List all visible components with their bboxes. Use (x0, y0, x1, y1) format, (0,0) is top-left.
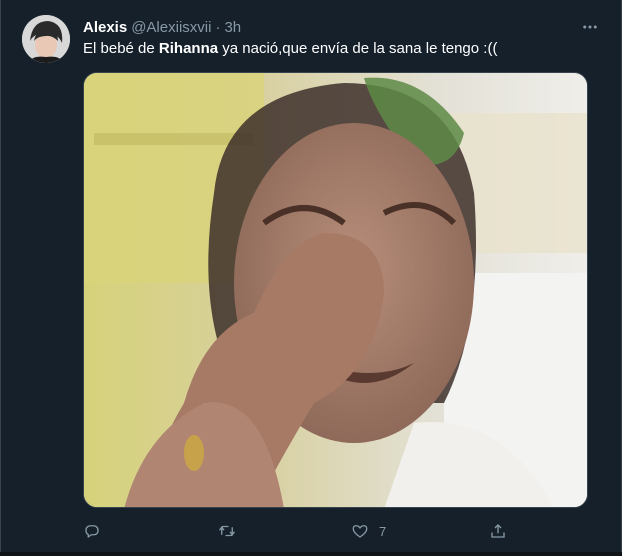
separator-dot: · (215, 18, 221, 36)
more-button[interactable] (580, 17, 600, 37)
retweet-icon (218, 525, 236, 537)
author-name[interactable]: Alexis (83, 19, 127, 36)
like-count: 7 (379, 523, 387, 539)
share-icon (491, 524, 505, 538)
tweet-media[interactable] (83, 72, 588, 508)
more-icon (583, 25, 597, 29)
tweet-photo (84, 73, 587, 507)
tweet-actions: 7 (83, 518, 513, 544)
like-button[interactable]: 7 (351, 518, 386, 544)
tweet-time[interactable]: 3h (224, 19, 241, 36)
retweet-button[interactable] (218, 518, 236, 544)
heart-icon (352, 525, 368, 538)
avatar-image (22, 15, 70, 63)
reply-button[interactable] (83, 518, 101, 544)
tweet-text-bold: Rihanna (158, 40, 219, 57)
avatar[interactable] (22, 15, 70, 63)
author-handle[interactable]: @Alexiisxvii (131, 19, 211, 36)
tweet-text: El bebé de Rihanna ya nació,que envía de… (83, 40, 602, 57)
tweet-header: Alexis @Alexiisxvii · 3h (83, 17, 582, 37)
bottom-edge (0, 552, 622, 556)
share-button[interactable] (489, 518, 507, 544)
reply-icon (85, 525, 99, 538)
tweet-text-after: ya nació,que envía de la sana le tengo :… (218, 40, 498, 57)
tweet-text-before: El bebé de (83, 40, 159, 57)
